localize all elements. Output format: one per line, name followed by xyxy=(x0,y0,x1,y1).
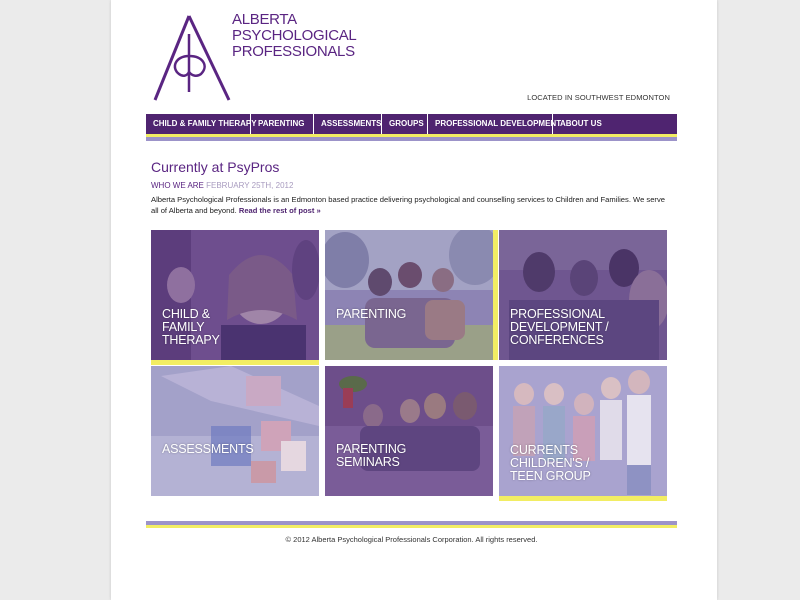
nav-groups[interactable]: GROUPS xyxy=(382,114,428,134)
tile-accent-bar xyxy=(499,496,667,501)
tile-label-line: ASSESSMENTS xyxy=(162,442,254,456)
logo-line-3: PROFESSIONALS xyxy=(232,43,355,60)
tile-parenting[interactable]: PARENTING xyxy=(325,230,493,360)
tile-label: CHILD & FAMILY THERAPY xyxy=(162,308,220,347)
tile-label: PARENTING SEMINARS xyxy=(336,443,406,469)
nav-divider-lavender xyxy=(146,137,677,141)
logo-line-2: PSYCHOLOGICAL xyxy=(232,27,357,44)
site-logo[interactable]: ALBERTA PSYCHOLOGICAL PROFESSIONALS xyxy=(153,10,357,105)
tile-accent-bar xyxy=(151,360,319,365)
nav-child-family-therapy[interactable]: CHILD & FAMILY THERAPY xyxy=(146,114,257,134)
tile-label: ASSESSMENTS xyxy=(162,443,254,456)
footer-copyright: © 2012 Alberta Psychological Professiona… xyxy=(285,535,538,544)
tile-child-family-therapy[interactable]: CHILD & FAMILY THERAPY xyxy=(151,230,319,360)
nav-professional-development[interactable]: PROFESSIONAL DEVELOPMENT xyxy=(428,114,561,134)
post-excerpt: Alberta Psychological Professionals is a… xyxy=(151,194,673,216)
post-body: Alberta Psychological Professionals is a… xyxy=(151,195,665,215)
blocks-photo-icon xyxy=(151,366,319,496)
tile-label-line: CONFERENCES xyxy=(510,333,604,347)
family-photo-icon xyxy=(325,230,493,360)
tile-currents-group[interactable]: CURRENTS CHILDREN'S / TEEN GROUP xyxy=(499,366,667,496)
tile-label-line: PARENTING xyxy=(336,307,407,321)
tile-label: CURRENTS CHILDREN'S / TEEN GROUP xyxy=(510,444,591,483)
read-more-link[interactable]: Read the rest of post » xyxy=(239,206,321,215)
post-date: FEBRUARY 25TH, 2012 xyxy=(206,181,294,190)
location-text: LOCATED IN SOUTHWEST EDMONTON xyxy=(527,93,670,102)
logo-line-1: ALBERTA xyxy=(232,11,297,28)
tile-label-line: TEEN GROUP xyxy=(510,469,591,483)
nav-parenting[interactable]: PARENTING xyxy=(251,114,314,134)
nav-assessments[interactable]: ASSESSMENTS xyxy=(314,114,382,134)
tile-label: PROFESSIONAL DEVELOPMENT / CONFERENCES xyxy=(510,308,609,347)
main-nav: CHILD & FAMILY THERAPY PARENTING ASSESSM… xyxy=(146,114,677,134)
tile-assessments[interactable]: ASSESSMENTS xyxy=(151,366,319,496)
tile-label-line: THERAPY xyxy=(162,333,220,347)
tile-label: PARENTING xyxy=(336,308,406,321)
tile-parenting-seminars[interactable]: PARENTING SEMINARS xyxy=(325,366,493,496)
page-title: Currently at PsyPros xyxy=(151,159,280,175)
tile-professional-development[interactable]: PROFESSIONAL DEVELOPMENT / CONFERENCES xyxy=(499,230,667,360)
nav-about-us[interactable]: ABOUT US xyxy=(553,114,677,134)
seminar-photo-icon xyxy=(325,366,493,496)
footer-divider-yellow xyxy=(146,525,677,528)
logo-mark-icon xyxy=(153,15,231,101)
post-category[interactable]: WHO WE ARE xyxy=(151,181,204,190)
logo-text: ALBERTA PSYCHOLOGICAL PROFESSIONALS xyxy=(232,11,357,60)
tile-label-line: SEMINARS xyxy=(336,455,400,469)
tile-accent-bar xyxy=(493,230,498,360)
post-meta: WHO WE ARE FEBRUARY 25TH, 2012 xyxy=(151,181,293,190)
